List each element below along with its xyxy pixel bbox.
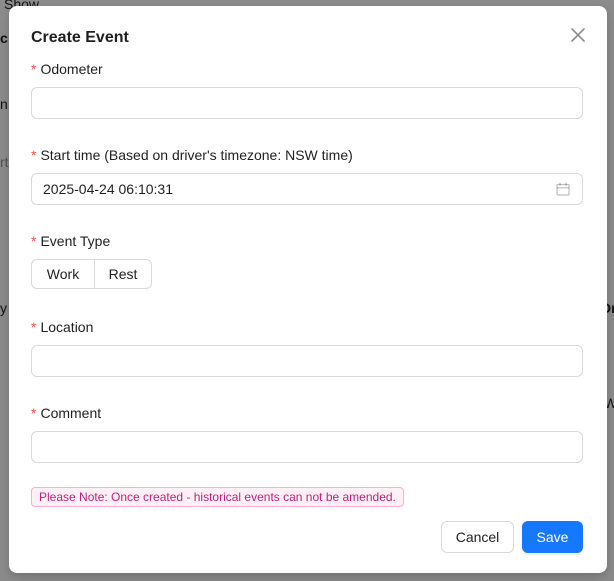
save-button[interactable]: Save — [522, 521, 583, 553]
comment-input[interactable] — [31, 431, 583, 463]
amendment-warning-tag: Please Note: Once created - historical e… — [31, 487, 404, 507]
calendar-icon[interactable] — [556, 182, 570, 196]
comment-label: * Comment — [31, 405, 101, 421]
required-marker: * — [31, 61, 37, 77]
start-time-label-text: Start time (Based on driver's timezone: … — [40, 147, 353, 163]
create-event-modal: Create Event * Odometer * Start time (Base… — [9, 6, 607, 573]
start-time-picker[interactable]: 2025-04-24 06:10:31 — [31, 173, 583, 205]
event-type-label-text: Event Type — [40, 233, 111, 249]
location-input[interactable] — [31, 345, 583, 377]
comment-label-text: Comment — [40, 405, 102, 421]
event-type-work-button[interactable]: Work — [31, 259, 95, 289]
required-marker: * — [31, 147, 37, 163]
odometer-input[interactable] — [31, 87, 583, 119]
event-type-selector: Work Rest — [31, 259, 152, 289]
location-label: * Location — [31, 319, 93, 335]
odometer-label: * Odometer — [31, 61, 103, 77]
event-type-rest-button[interactable]: Rest — [95, 259, 152, 289]
required-marker: * — [31, 319, 37, 335]
location-label-text: Location — [40, 319, 94, 335]
required-marker: * — [31, 405, 37, 421]
start-time-label: * Start time (Based on driver's timezone:… — [31, 147, 353, 163]
modal-title: Create Event — [31, 29, 129, 46]
required-marker: * — [31, 233, 37, 249]
close-button[interactable] — [567, 24, 589, 46]
close-icon[interactable] — [571, 28, 585, 42]
event-type-label: * Event Type — [31, 233, 110, 249]
start-time-value: 2025-04-24 06:10:31 — [43, 181, 173, 197]
odometer-label-text: Odometer — [40, 61, 103, 77]
cancel-button[interactable]: Cancel — [441, 521, 514, 553]
